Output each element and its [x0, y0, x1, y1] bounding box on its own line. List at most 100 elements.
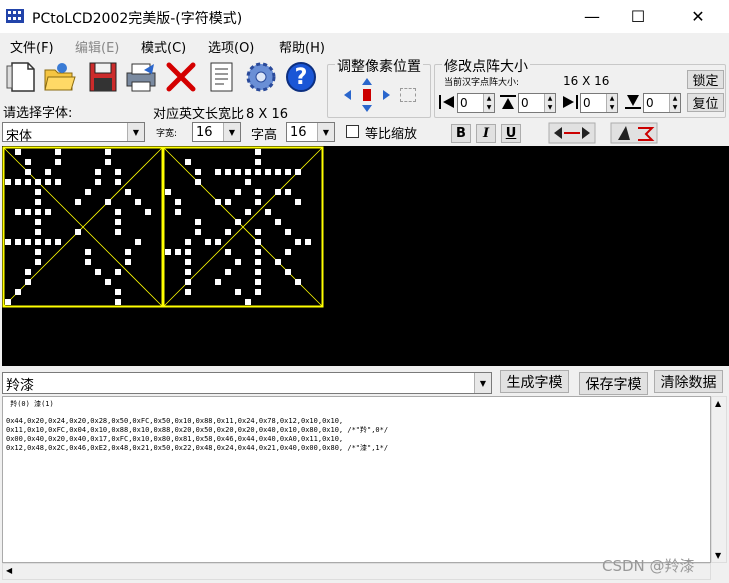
menu-help[interactable]: 帮助(H) — [279, 37, 325, 56]
settings-gear-icon[interactable] — [244, 60, 278, 94]
matrix-pixel[interactable] — [105, 199, 111, 205]
matrix-pixel[interactable] — [45, 209, 51, 215]
matrix-pixel[interactable] — [275, 169, 281, 175]
matrix-pixel[interactable] — [255, 159, 261, 165]
matrix-pixel[interactable] — [55, 179, 61, 185]
spinner-arrows-icon[interactable]: ▲ ▼ — [483, 94, 494, 112]
matrix-pixel[interactable] — [165, 249, 171, 255]
matrix-pixel[interactable] — [225, 199, 231, 205]
matrix-pixel[interactable] — [195, 229, 201, 235]
matrix-pixel[interactable] — [55, 149, 61, 155]
matrix-pixel[interactable] — [295, 199, 301, 205]
matrix-pixel[interactable] — [35, 199, 41, 205]
matrix-pixel[interactable] — [115, 229, 121, 235]
matrix-pixel[interactable] — [255, 149, 261, 155]
matrix-pixel[interactable] — [35, 239, 41, 245]
matrix-pixel[interactable] — [15, 149, 21, 155]
matrix-pixel[interactable] — [175, 249, 181, 255]
matrix-pixel[interactable] — [55, 159, 61, 165]
matrix-pixel[interactable] — [245, 299, 251, 305]
matrix-pixel[interactable] — [185, 159, 191, 165]
matrix-top-spinner[interactable]: 0 ▲ ▼ — [518, 93, 556, 113]
matrix-pixel[interactable] — [15, 209, 21, 215]
maximize-button[interactable]: ☐ — [615, 0, 661, 33]
matrix-pixel[interactable] — [185, 279, 191, 285]
matrix-pixel[interactable] — [125, 189, 131, 195]
matrix-pixel[interactable] — [235, 289, 241, 295]
menu-mode[interactable]: 模式(C) — [141, 37, 186, 56]
matrix-pixel[interactable] — [135, 199, 141, 205]
matrix-pixel[interactable] — [275, 219, 281, 225]
scroll-down-icon[interactable]: ▼ — [715, 551, 721, 560]
matrix-pixel[interactable] — [295, 279, 301, 285]
char-width-select[interactable]: 16 ▼ — [192, 122, 241, 142]
text-input-combo[interactable]: 羚漆 ▼ — [2, 372, 492, 394]
matrix-pixel[interactable] — [255, 279, 261, 285]
matrix-pixel[interactable] — [105, 159, 111, 165]
flip-horizontal-icon[interactable] — [548, 122, 596, 144]
matrix-pixel[interactable] — [295, 239, 301, 245]
matrix-pixel[interactable] — [55, 239, 61, 245]
matrix-pixel[interactable] — [255, 249, 261, 255]
matrix-pixel[interactable] — [235, 189, 241, 195]
matrix-pixel[interactable] — [215, 279, 221, 285]
matrix-pixel[interactable] — [95, 169, 101, 175]
matrix-pixel[interactable] — [105, 279, 111, 285]
spinner-arrows-icon[interactable]: ▲ ▼ — [669, 94, 680, 112]
matrix-pixel[interactable] — [255, 189, 261, 195]
close-button[interactable]: ✕ — [675, 0, 721, 33]
matrix-pixel[interactable] — [35, 219, 41, 225]
matrix-pixel[interactable] — [35, 259, 41, 265]
matrix-pixel[interactable] — [195, 179, 201, 185]
generate-button[interactable]: 生成字模 — [500, 370, 569, 393]
matrix-pixel[interactable] — [115, 209, 121, 215]
matrix-pixel[interactable] — [45, 179, 51, 185]
char-height-select[interactable]: 16 ▼ — [286, 122, 335, 142]
matrix-pixel[interactable] — [225, 229, 231, 235]
notes-icon[interactable] — [204, 60, 238, 94]
matrix-pixel[interactable] — [35, 189, 41, 195]
matrix-pixel[interactable] — [225, 169, 231, 175]
matrix-pixel[interactable] — [85, 189, 91, 195]
chevron-down-icon[interactable]: ▼ — [317, 123, 334, 141]
matrix-pixel[interactable] — [285, 269, 291, 275]
matrix-pixel[interactable] — [255, 239, 261, 245]
scroll-up-icon[interactable]: ▲ — [715, 399, 721, 408]
matrix-pixel[interactable] — [255, 259, 261, 265]
underline-button[interactable]: U — [501, 124, 521, 143]
matrix-pixel[interactable] — [85, 259, 91, 265]
matrix-pixel[interactable] — [95, 179, 101, 185]
lock-button[interactable]: 锁定 — [687, 70, 724, 89]
matrix-pixel[interactable] — [215, 169, 221, 175]
matrix-pixel[interactable] — [255, 229, 261, 235]
new-icon[interactable] — [4, 60, 38, 94]
matrix-pixel[interactable] — [85, 249, 91, 255]
matrix-pixel[interactable] — [25, 279, 31, 285]
help-icon[interactable]: ? — [284, 60, 318, 94]
vertical-scrollbar[interactable]: ▲ ▼ — [711, 396, 727, 563]
matrix-pixel[interactable] — [125, 249, 131, 255]
spinner-arrows-icon[interactable]: ▲ ▼ — [544, 94, 555, 112]
matrix-pixel[interactable] — [265, 169, 271, 175]
matrix-pixel[interactable] — [35, 229, 41, 235]
matrix-pixel[interactable] — [185, 269, 191, 275]
matrix-pixel[interactable] — [45, 239, 51, 245]
matrix-pixel[interactable] — [255, 289, 261, 295]
matrix-pixel[interactable] — [245, 169, 251, 175]
matrix-pixel[interactable] — [215, 199, 221, 205]
matrix-pixel[interactable] — [35, 179, 41, 185]
clear-data-button[interactable]: 清除数据 — [654, 370, 723, 393]
matrix-pixel[interactable] — [25, 159, 31, 165]
matrix-pixel[interactable] — [265, 209, 271, 215]
keep-ratio-checkbox[interactable] — [346, 125, 359, 138]
output-textarea[interactable]: 羚(0) 漆(1) 0x44,0x20,0x24,0x20,0x28,0x50,… — [2, 396, 711, 563]
matrix-pixel[interactable] — [235, 259, 241, 265]
matrix-pixel[interactable] — [25, 179, 31, 185]
matrix-pixel[interactable] — [115, 269, 121, 275]
matrix-pixel[interactable] — [275, 189, 281, 195]
matrix-pixel[interactable] — [185, 239, 191, 245]
matrix-pixel[interactable] — [185, 289, 191, 295]
bold-button[interactable]: B — [451, 124, 471, 143]
matrix-pixel[interactable] — [285, 169, 291, 175]
matrix-pixel[interactable] — [255, 199, 261, 205]
